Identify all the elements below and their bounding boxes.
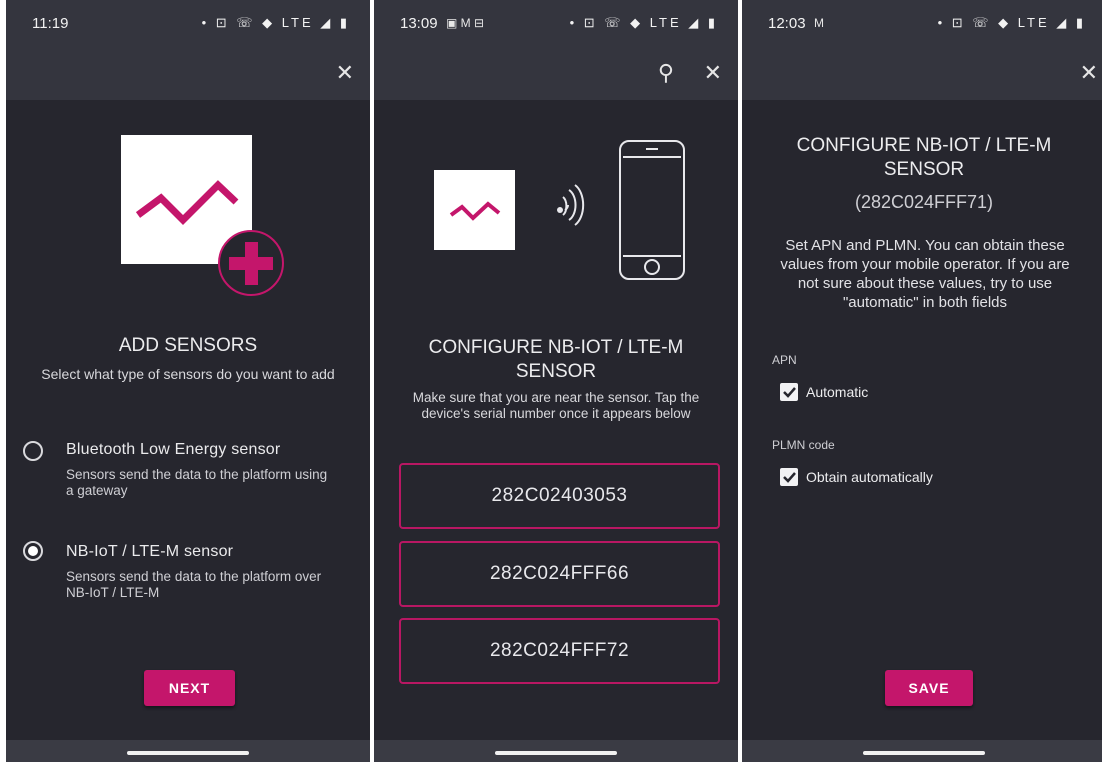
search-icon[interactable]: ⚲	[658, 58, 674, 88]
serial-item[interactable]: 282C02403053	[399, 463, 720, 529]
status-time: 13:09	[400, 15, 438, 32]
sensor-box	[434, 170, 515, 250]
serial-item[interactable]: 282C024FFF72	[399, 618, 720, 684]
checkbox-checked-icon[interactable]	[780, 468, 798, 486]
status-time: 11:19	[32, 15, 69, 32]
notification-icons: M	[814, 16, 824, 30]
home-indicator[interactable]	[863, 751, 985, 755]
home-indicator[interactable]	[127, 751, 249, 755]
page-title-line2: SENSOR	[515, 361, 597, 382]
nav-bar	[742, 740, 1102, 762]
nav-bar	[6, 740, 370, 762]
toolbar: ✕	[742, 50, 1102, 100]
page-title: ADD SENSORS	[118, 335, 258, 356]
radio-ble[interactable]	[23, 441, 43, 461]
nfc-illustration	[434, 140, 685, 280]
screen-configure-scan: 13:09 ▣ M ⊟ • ⊡ ☏ ◆ LTE ◢ ▮ ⚲ ✕ CONFIGUR…	[374, 0, 738, 762]
status-bar: 12:03 M • ⊡ ☏ ◆ LTE ◢ ▮	[742, 0, 1102, 50]
toolbar: ✕	[6, 50, 370, 100]
checkbox-checked-icon[interactable]	[780, 383, 798, 401]
close-icon[interactable]: ✕	[704, 58, 722, 88]
close-icon[interactable]: ✕	[1080, 58, 1098, 88]
plmn-label: PLMN code	[772, 438, 835, 452]
phone-icon	[619, 140, 685, 280]
option-nbiot-label: NB-IoT / LTE-M sensor	[66, 543, 234, 560]
option-ble-description: Sensors send the data to the platform us…	[66, 467, 328, 498]
config-description: Set APN and PLMN. You can obtain these v…	[780, 237, 1070, 311]
option-nbiot-description: Sensors send the data to the platform ov…	[66, 569, 322, 600]
screen-add-sensors: 11:19 • ⊡ ☏ ◆ LTE ◢ ▮ ✕ ADD SENSORS Sele…	[6, 0, 370, 762]
page-title-line1: CONFIGURE NB-IOT / LTE-M	[796, 135, 1052, 156]
status-bar: 11:19 • ⊡ ☏ ◆ LTE ◢ ▮	[6, 0, 370, 50]
sensor-add-illustration	[121, 135, 284, 296]
toolbar: ⚲ ✕	[374, 50, 738, 100]
status-time: 12:03	[768, 15, 806, 32]
screen-configure-network: 12:03 M • ⊡ ☏ ◆ LTE ◢ ▮ ✕ CONFIGURE NB-I…	[742, 0, 1102, 762]
page-subtitle: Make sure that you are near the sensor. …	[412, 390, 700, 421]
apn-automatic-label: Automatic	[806, 384, 869, 400]
apn-label: APN	[772, 353, 797, 367]
sensor-serial: (282C024FFF71)	[854, 192, 994, 212]
nav-bar	[374, 740, 738, 762]
close-icon[interactable]: ✕	[336, 58, 354, 88]
option-ble-label: Bluetooth Low Energy sensor	[66, 441, 281, 458]
status-icons: • ⊡ ☏ ◆ LTE ◢ ▮	[937, 15, 1086, 30]
plmn-automatic-label: Obtain automatically	[806, 469, 933, 485]
next-button[interactable]: NEXT	[144, 670, 235, 706]
page-title-line2: SENSOR	[883, 159, 965, 180]
page-title-line1: CONFIGURE NB-IOT / LTE-M	[428, 337, 684, 358]
home-indicator[interactable]	[495, 751, 617, 755]
notification-icons: ▣ M ⊟	[446, 16, 485, 30]
save-button[interactable]: SAVE	[885, 670, 973, 706]
radio-nbiot-selected[interactable]	[23, 541, 43, 561]
serial-item[interactable]: 282C024FFF66	[399, 541, 720, 607]
status-icons: • ⊡ ☏ ◆ LTE ◢ ▮	[569, 15, 718, 30]
page-subtitle: Select what type of sensors do you want …	[41, 366, 335, 382]
plus-horizontal	[229, 257, 273, 270]
status-bar: 13:09 ▣ M ⊟ • ⊡ ☏ ◆ LTE ◢ ▮	[374, 0, 738, 50]
nfc-signal-icon	[562, 184, 585, 226]
status-icons: • ⊡ ☏ ◆ LTE ◢ ▮	[201, 15, 350, 30]
